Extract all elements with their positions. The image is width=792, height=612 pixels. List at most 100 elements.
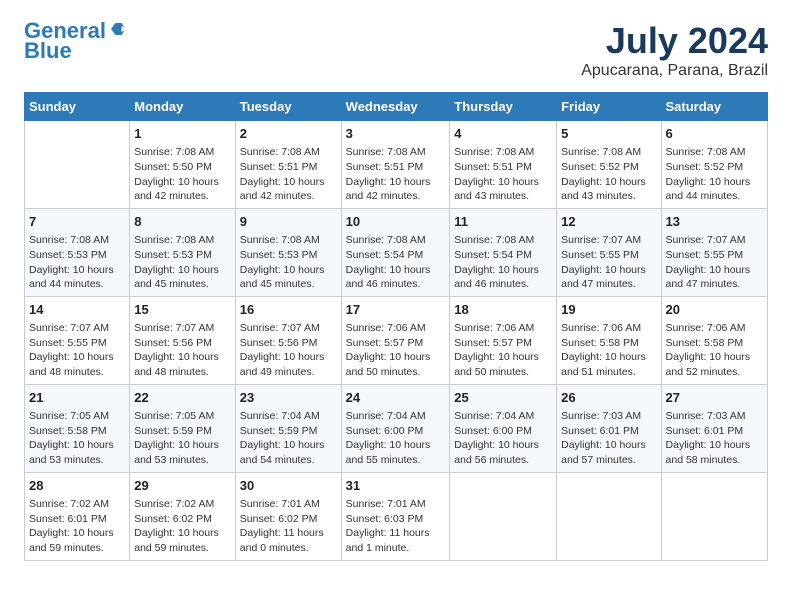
calendar-cell — [450, 472, 557, 560]
week-row-5: 28 Sunrise: 7:02 AM Sunset: 6:01 PM Dayli… — [25, 472, 768, 560]
page: General Blue July 2024 Apucarana, Parana… — [0, 0, 792, 577]
calendar-cell: 12 Sunrise: 7:07 AM Sunset: 5:55 PM Dayli… — [557, 208, 661, 296]
calendar-cell: 28 Sunrise: 7:02 AM Sunset: 6:01 PM Dayli… — [25, 472, 130, 560]
calendar-cell: 31 Sunrise: 7:01 AM Sunset: 6:03 PM Dayli… — [341, 472, 450, 560]
day-number: 6 — [666, 125, 763, 143]
day-number: 27 — [666, 389, 763, 407]
day-number: 17 — [346, 301, 446, 319]
day-info: Sunrise: 7:06 AM Sunset: 5:58 PM Dayligh… — [561, 321, 656, 380]
week-row-1: 1Sunrise: 7:08 AM Sunset: 5:50 PM Daylig… — [25, 121, 768, 209]
day-number: 29 — [134, 477, 231, 495]
calendar-cell: 24Sunrise: 7:04 AM Sunset: 6:00 PM Dayli… — [341, 384, 450, 472]
day-number: 2 — [240, 125, 337, 143]
day-number: 19 — [561, 301, 656, 319]
calendar-cell: 21 Sunrise: 7:05 AM Sunset: 5:58 PM Dayli… — [25, 384, 130, 472]
day-info: Sunrise: 7:05 AM Sunset: 5:59 PM Dayligh… — [134, 409, 231, 468]
calendar-cell: 4Sunrise: 7:08 AM Sunset: 5:51 PM Daylig… — [450, 121, 557, 209]
day-info: Sunrise: 7:08 AM Sunset: 5:51 PM Dayligh… — [346, 145, 446, 204]
title-area: July 2024 Apucarana, Parana, Brazil — [581, 20, 768, 80]
week-row-2: 7 Sunrise: 7:08 AM Sunset: 5:53 PM Daylig… — [25, 208, 768, 296]
calendar-cell: 13Sunrise: 7:07 AM Sunset: 5:55 PM Dayli… — [661, 208, 767, 296]
day-number: 20 — [666, 301, 763, 319]
calendar-cell: 29 Sunrise: 7:02 AM Sunset: 6:02 PM Dayli… — [130, 472, 236, 560]
calendar-cell: 2 Sunrise: 7:08 AM Sunset: 5:51 PM Daylig… — [235, 121, 341, 209]
day-info: Sunrise: 7:02 AM Sunset: 6:02 PM Dayligh… — [134, 497, 231, 556]
day-number: 22 — [134, 389, 231, 407]
day-number: 13 — [666, 213, 763, 231]
calendar-cell: 16Sunrise: 7:07 AM Sunset: 5:56 PM Dayli… — [235, 296, 341, 384]
day-info: Sunrise: 7:08 AM Sunset: 5:53 PM Dayligh… — [29, 233, 125, 292]
day-number: 30 — [240, 477, 337, 495]
day-info: Sunrise: 7:08 AM Sunset: 5:54 PM Dayligh… — [346, 233, 446, 292]
header-friday: Friday — [557, 93, 661, 121]
weekday-header-row: Sunday Monday Tuesday Wednesday Thursday… — [25, 93, 768, 121]
day-number: 11 — [454, 213, 552, 231]
calendar-cell: 14Sunrise: 7:07 AM Sunset: 5:55 PM Dayli… — [25, 296, 130, 384]
calendar-cell — [661, 472, 767, 560]
calendar-cell: 18 Sunrise: 7:06 AM Sunset: 5:57 PM Dayli… — [450, 296, 557, 384]
header-saturday: Saturday — [661, 93, 767, 121]
day-number: 3 — [346, 125, 446, 143]
day-number: 4 — [454, 125, 552, 143]
day-info: Sunrise: 7:08 AM Sunset: 5:54 PM Dayligh… — [454, 233, 552, 292]
day-info: Sunrise: 7:06 AM Sunset: 5:58 PM Dayligh… — [666, 321, 763, 380]
calendar-cell: 1Sunrise: 7:08 AM Sunset: 5:50 PM Daylig… — [130, 121, 236, 209]
calendar-cell: 9 Sunrise: 7:08 AM Sunset: 5:53 PM Daylig… — [235, 208, 341, 296]
day-info: Sunrise: 7:07 AM Sunset: 5:55 PM Dayligh… — [561, 233, 656, 292]
day-info: Sunrise: 7:01 AM Sunset: 6:02 PM Dayligh… — [240, 497, 337, 556]
calendar-cell — [557, 472, 661, 560]
day-info: Sunrise: 7:08 AM Sunset: 5:52 PM Dayligh… — [666, 145, 763, 204]
calendar-cell: 5 Sunrise: 7:08 AM Sunset: 5:52 PM Daylig… — [557, 121, 661, 209]
day-info: Sunrise: 7:04 AM Sunset: 5:59 PM Dayligh… — [240, 409, 337, 468]
header-thursday: Thursday — [450, 93, 557, 121]
day-number: 21 — [29, 389, 125, 407]
day-number: 31 — [346, 477, 446, 495]
calendar-cell: 7 Sunrise: 7:08 AM Sunset: 5:53 PM Daylig… — [25, 208, 130, 296]
day-info: Sunrise: 7:02 AM Sunset: 6:01 PM Dayligh… — [29, 497, 125, 556]
calendar-cell: 23Sunrise: 7:04 AM Sunset: 5:59 PM Dayli… — [235, 384, 341, 472]
calendar-cell: 25 Sunrise: 7:04 AM Sunset: 6:00 PM Dayli… — [450, 384, 557, 472]
calendar-cell: 20 Sunrise: 7:06 AM Sunset: 5:58 PM Dayli… — [661, 296, 767, 384]
day-number: 28 — [29, 477, 125, 495]
day-info: Sunrise: 7:04 AM Sunset: 6:00 PM Dayligh… — [454, 409, 552, 468]
day-number: 7 — [29, 213, 125, 231]
day-info: Sunrise: 7:06 AM Sunset: 5:57 PM Dayligh… — [454, 321, 552, 380]
logo: General Blue — [24, 20, 126, 64]
day-info: Sunrise: 7:05 AM Sunset: 5:58 PM Dayligh… — [29, 409, 125, 468]
calendar-cell: 27 Sunrise: 7:03 AM Sunset: 6:01 PM Dayli… — [661, 384, 767, 472]
day-number: 10 — [346, 213, 446, 231]
day-number: 16 — [240, 301, 337, 319]
calendar-cell: 22 Sunrise: 7:05 AM Sunset: 5:59 PM Dayli… — [130, 384, 236, 472]
day-number: 18 — [454, 301, 552, 319]
calendar-cell: 8Sunrise: 7:08 AM Sunset: 5:53 PM Daylig… — [130, 208, 236, 296]
day-number: 25 — [454, 389, 552, 407]
calendar-cell: 30 Sunrise: 7:01 AM Sunset: 6:02 PM Dayli… — [235, 472, 341, 560]
calendar-cell: 26 Sunrise: 7:03 AM Sunset: 6:01 PM Dayli… — [557, 384, 661, 472]
header-tuesday: Tuesday — [235, 93, 341, 121]
calendar-cell: 6 Sunrise: 7:08 AM Sunset: 5:52 PM Daylig… — [661, 121, 767, 209]
day-number: 15 — [134, 301, 231, 319]
day-info: Sunrise: 7:03 AM Sunset: 6:01 PM Dayligh… — [561, 409, 656, 468]
header: General Blue July 2024 Apucarana, Parana… — [24, 20, 768, 80]
day-info: Sunrise: 7:03 AM Sunset: 6:01 PM Dayligh… — [666, 409, 763, 468]
calendar-cell: 10 Sunrise: 7:08 AM Sunset: 5:54 PM Dayli… — [341, 208, 450, 296]
calendar-cell: 15Sunrise: 7:07 AM Sunset: 5:56 PM Dayli… — [130, 296, 236, 384]
day-number: 12 — [561, 213, 656, 231]
day-number: 5 — [561, 125, 656, 143]
day-number: 26 — [561, 389, 656, 407]
week-row-4: 21 Sunrise: 7:05 AM Sunset: 5:58 PM Dayli… — [25, 384, 768, 472]
day-info: Sunrise: 7:01 AM Sunset: 6:03 PM Dayligh… — [346, 497, 446, 556]
main-title: July 2024 — [581, 20, 768, 62]
calendar-cell — [25, 121, 130, 209]
day-info: Sunrise: 7:08 AM Sunset: 5:51 PM Dayligh… — [240, 145, 337, 204]
day-info: Sunrise: 7:08 AM Sunset: 5:53 PM Dayligh… — [240, 233, 337, 292]
day-info: Sunrise: 7:08 AM Sunset: 5:52 PM Dayligh… — [561, 145, 656, 204]
calendar-cell: 11 Sunrise: 7:08 AM Sunset: 5:54 PM Dayli… — [450, 208, 557, 296]
calendar-cell: 19 Sunrise: 7:06 AM Sunset: 5:58 PM Dayli… — [557, 296, 661, 384]
day-number: 9 — [240, 213, 337, 231]
day-number: 1 — [134, 125, 231, 143]
day-info: Sunrise: 7:07 AM Sunset: 5:55 PM Dayligh… — [29, 321, 125, 380]
calendar-cell: 17Sunrise: 7:06 AM Sunset: 5:57 PM Dayli… — [341, 296, 450, 384]
calendar-table: Sunday Monday Tuesday Wednesday Thursday… — [24, 92, 768, 561]
logo-icon — [108, 20, 126, 38]
